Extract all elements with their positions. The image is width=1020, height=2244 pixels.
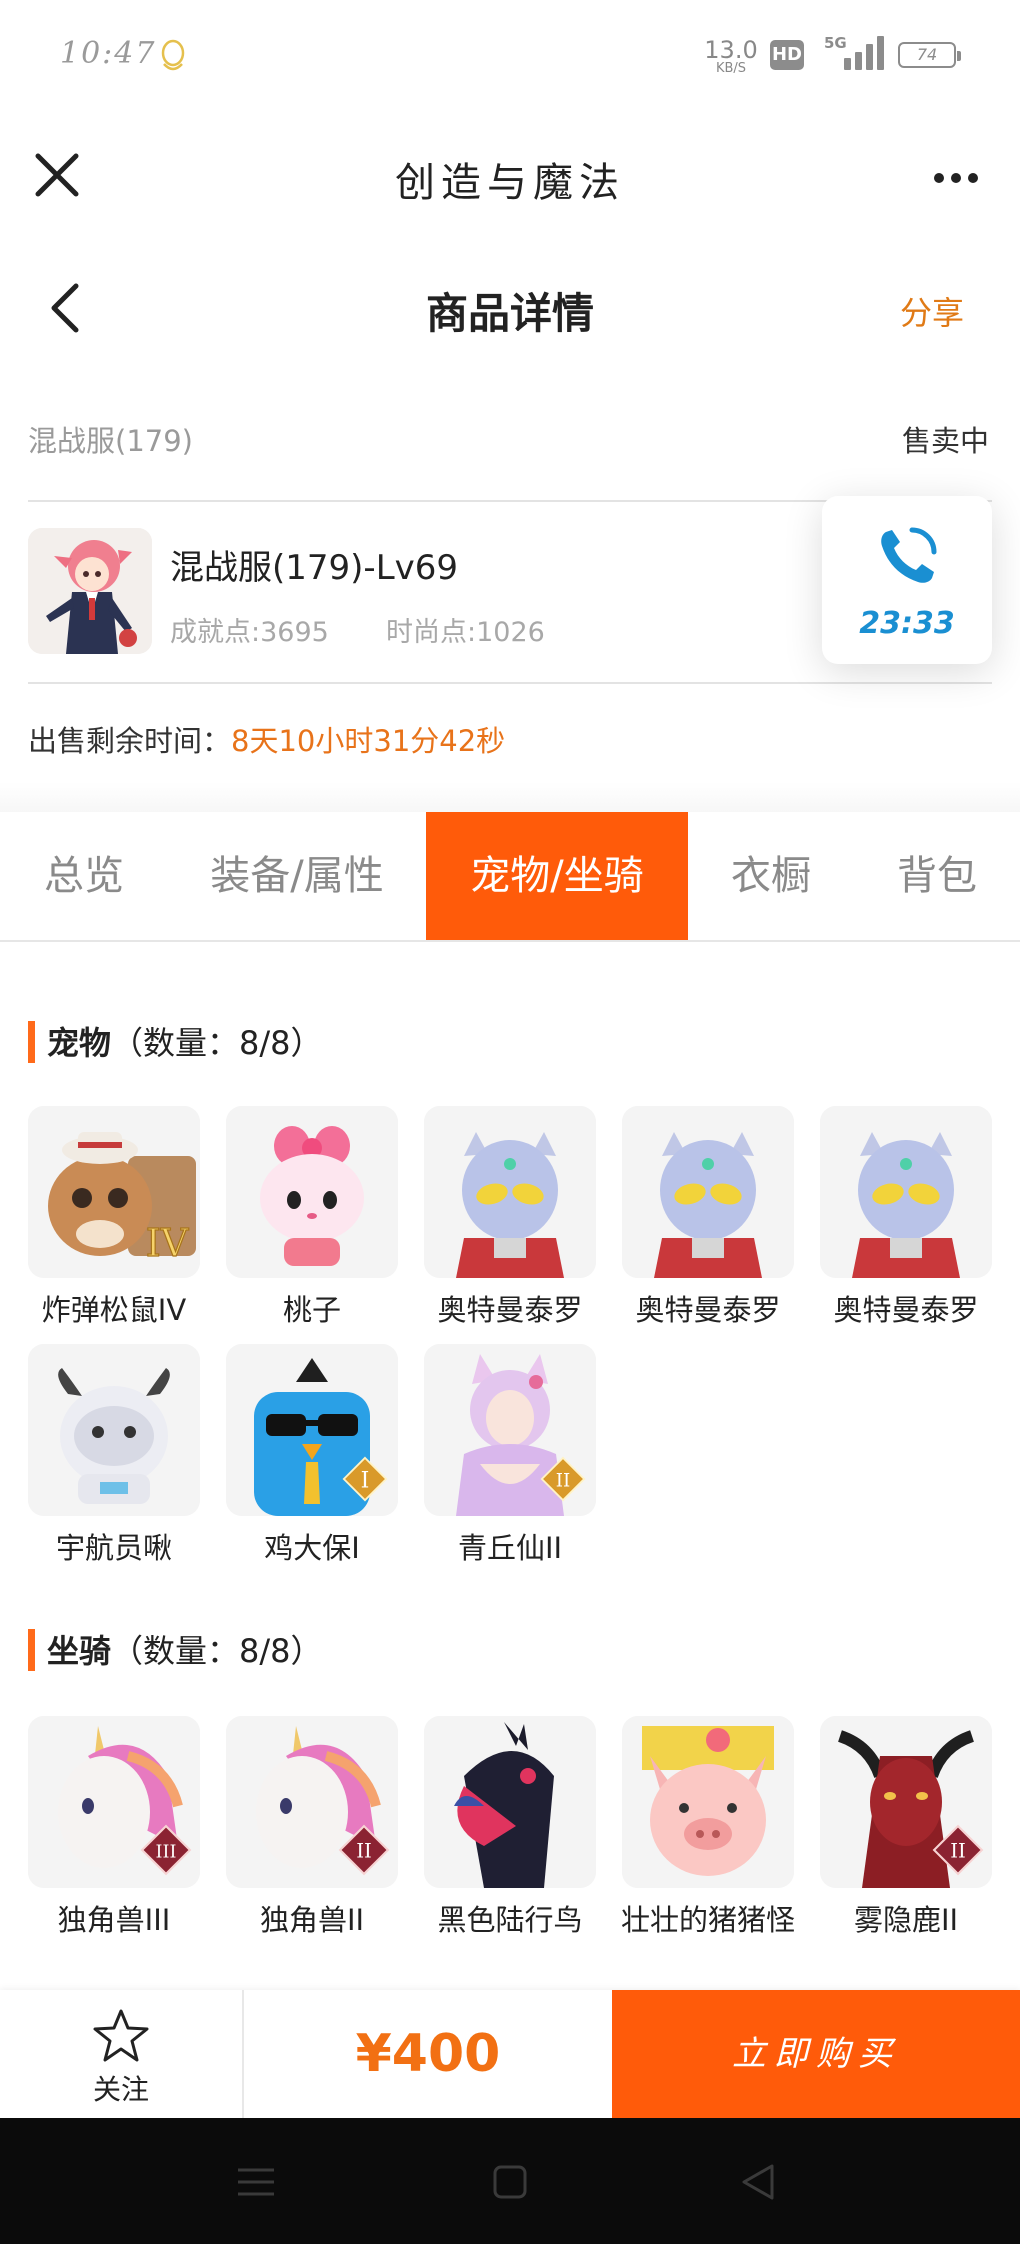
battery-icon: 74: [898, 42, 961, 68]
mount-name: 黑色陆行鸟: [437, 1903, 583, 1937]
bottom-action-bar: 关注 ¥400 立即购买: [0, 1990, 1020, 2118]
pet-item[interactable]: 宇航员啾: [28, 1344, 200, 1568]
tab-pets-mounts[interactable]: 宠物/坐骑: [426, 812, 688, 940]
remaining-time-value: 8天10小时31分42秒: [231, 724, 506, 758]
svg-text:I: I: [361, 1468, 370, 1493]
tab-bar: 总览 装备/属性 宠物/坐骑 衣橱 背包: [0, 812, 1020, 942]
remaining-time: 出售剩余时间：8天10小时31分42秒: [28, 718, 505, 760]
pet-name: 宇航员啾: [55, 1531, 172, 1565]
mount-item[interactable]: 黑色陆行鸟: [424, 1716, 596, 1940]
pets-section-title: 宠物（数量：8/8）: [28, 1018, 323, 1066]
pet-name: 桃子: [282, 1293, 341, 1327]
call-floating-widget[interactable]: 23:33: [822, 496, 992, 664]
tab-wardrobe[interactable]: 衣橱: [688, 812, 854, 940]
pet-name: 炸弹松鼠IV: [41, 1293, 187, 1327]
svg-text:II: II: [556, 1470, 571, 1491]
ultraman-taro-image: [820, 1106, 992, 1278]
astronaut-pet-image: [28, 1344, 200, 1516]
divider: [28, 682, 992, 684]
back-nav-icon[interactable]: [740, 2162, 776, 2202]
mount-item[interactable]: II 独角兽II: [226, 1716, 398, 1940]
mount-name: 雾隐鹿II: [853, 1903, 959, 1937]
svg-text:II: II: [950, 1839, 966, 1862]
status-time: 10:47: [60, 36, 157, 71]
tier-badge: II: [540, 1456, 586, 1502]
star-icon: [93, 2009, 149, 2062]
price: ¥400: [355, 2024, 501, 2084]
pet-name: 奥特曼泰罗: [833, 1293, 979, 1327]
pet-item[interactable]: 奥特曼泰罗: [622, 1106, 794, 1330]
pet-name: 奥特曼泰罗: [437, 1293, 583, 1327]
svg-text:II: II: [356, 1839, 372, 1862]
tab-overview[interactable]: 总览: [0, 812, 168, 940]
mount-item[interactable]: III 独角兽III: [28, 1716, 200, 1940]
tier-badge: IV: [145, 1220, 189, 1265]
mount-item[interactable]: 壮壮的猪猪怪: [621, 1716, 795, 1940]
ultraman-taro-image: [622, 1106, 794, 1278]
peach-pet-image: [226, 1106, 398, 1278]
ultraman-taro-image: [424, 1106, 596, 1278]
mounts-section-title: 坐骑（数量：8/8）: [28, 1626, 323, 1674]
mount-item[interactable]: II 雾隐鹿II: [820, 1716, 992, 1940]
share-button[interactable]: 分享: [900, 288, 964, 334]
call-timer: 23:33: [859, 606, 955, 641]
pet-name: 青丘仙II: [457, 1531, 563, 1565]
buy-now-button[interactable]: 立即购买: [612, 1990, 1020, 2118]
tab-backpack[interactable]: 背包: [854, 812, 1020, 940]
mount-name: 壮壮的猪猪怪: [620, 1903, 795, 1937]
strong-pig-image: [622, 1716, 794, 1888]
achievement-points: 成就点:3695: [170, 617, 329, 648]
pet-item[interactable]: I 鸡大保I: [226, 1344, 398, 1568]
character-name: 混战服(179)-Lv69: [170, 548, 459, 588]
pet-item[interactable]: 奥特曼泰罗: [424, 1106, 596, 1330]
qq-icon: [161, 39, 185, 71]
pet-item[interactable]: IV 炸弹松鼠IV: [28, 1106, 200, 1330]
section-gap: [0, 782, 1020, 812]
net-speed: 13.0 KB/S: [704, 36, 758, 76]
fashion-points: 时尚点:1026: [386, 617, 545, 648]
follow-label: 关注: [92, 2073, 149, 2106]
pet-item[interactable]: II 青丘仙II: [424, 1344, 596, 1568]
phone-icon: [881, 527, 937, 583]
tier-badge: I: [342, 1456, 388, 1502]
remaining-time-label: 出售剩余时间：: [28, 724, 232, 758]
server-name: 混战服(179): [28, 424, 193, 458]
tab-equipment[interactable]: 装备/属性: [168, 812, 426, 940]
more-icon[interactable]: [926, 162, 986, 192]
tier-badge: II: [932, 1824, 984, 1876]
menu-icon[interactable]: [236, 2166, 276, 2198]
sale-status: 售卖中: [902, 424, 990, 458]
mount-name: 独角兽II: [259, 1903, 365, 1937]
mount-name: 独角兽III: [57, 1903, 171, 1937]
signal-icon: 5G: [824, 34, 886, 74]
tier-badge: II: [338, 1824, 390, 1876]
pet-name: 鸡大保I: [264, 1531, 360, 1565]
hd-badge: HD: [770, 40, 804, 70]
app-title: 创造与魔法: [395, 160, 625, 206]
pet-name: 奥特曼泰罗: [635, 1293, 781, 1327]
follow-button[interactable]: 关注: [0, 1990, 244, 2118]
svg-text:III: III: [156, 1842, 177, 1862]
black-chocobo-image: [424, 1716, 596, 1888]
pet-item[interactable]: 奥特曼泰罗: [820, 1106, 992, 1330]
tier-badge: III: [140, 1824, 192, 1876]
home-icon[interactable]: [492, 2164, 528, 2200]
system-nav-bar: [0, 2118, 1020, 2244]
character-avatar: [28, 528, 152, 654]
page-title: 商品详情: [425, 289, 594, 338]
svg-text:IV: IV: [146, 1221, 189, 1265]
pet-item[interactable]: 桃子: [226, 1106, 398, 1330]
